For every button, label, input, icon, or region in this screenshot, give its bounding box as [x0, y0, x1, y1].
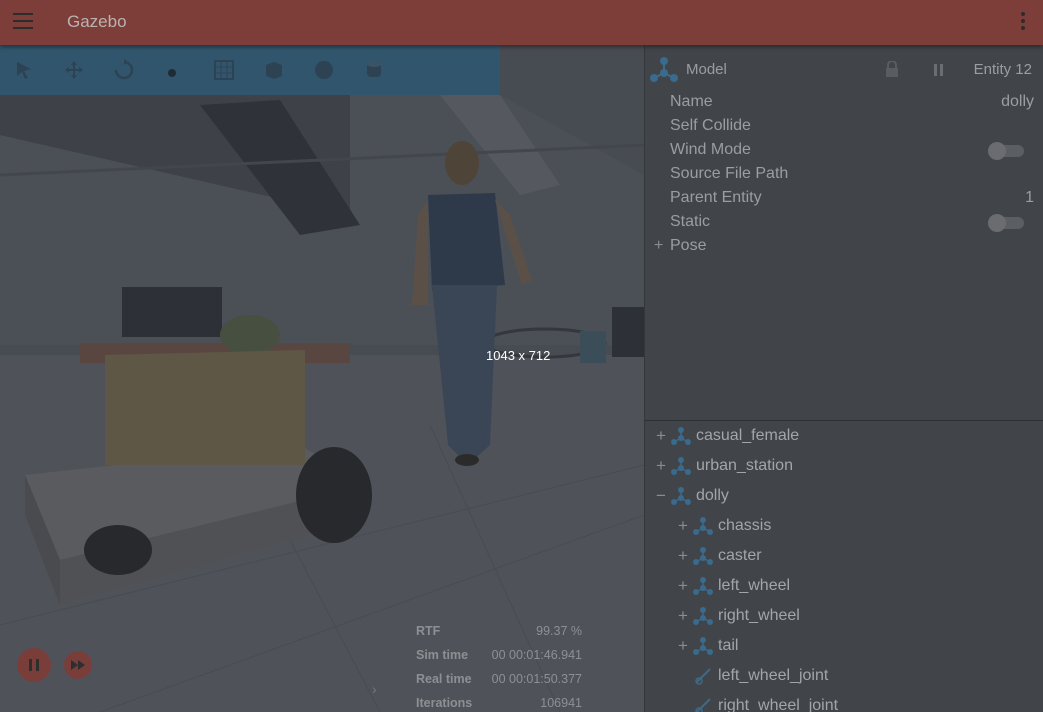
- box-icon[interactable]: [260, 56, 288, 84]
- expand-plus-icon[interactable]: +: [674, 516, 692, 536]
- joint-icon: [695, 668, 711, 685]
- expand-plus-icon[interactable]: +: [674, 546, 692, 566]
- tree-item-label: right_wheel_joint: [718, 697, 839, 712]
- right-panel: Model Entity 12 Name dolly Self Collide …: [644, 45, 1043, 712]
- expand-plus-icon[interactable]: +: [674, 636, 692, 656]
- entity-id: Entity 12: [973, 61, 1032, 78]
- hamburger-icon[interactable]: [13, 13, 33, 29]
- world-stats: RTF 99.37 % Sim time 00 00:01:46.941 Real …: [416, 619, 582, 712]
- move-arrows-icon[interactable]: [60, 56, 88, 84]
- inspector-header: Model Entity 12: [645, 45, 1043, 93]
- real-time-value: 00 00:01:50.377: [491, 672, 582, 686]
- tree-item-caster[interactable]: + caster: [674, 541, 762, 571]
- tree-item-label: chassis: [718, 517, 772, 534]
- tree-item-label: left_wheel_joint: [718, 667, 829, 684]
- fast-forward-icon: [71, 660, 85, 670]
- sim-time-value: 00 00:01:46.941: [491, 648, 582, 662]
- arrow-pointer-icon[interactable]: [10, 56, 38, 84]
- tree-item-label: left_wheel: [718, 577, 791, 594]
- iterations-value: 106941: [540, 696, 582, 710]
- model-icon: [650, 57, 678, 82]
- toolbar: [0, 45, 500, 95]
- source-file-label: Source File Path: [670, 165, 789, 182]
- source-file-row: Source File Path: [670, 162, 1034, 186]
- expand-plus-icon[interactable]: +: [674, 576, 692, 596]
- title-bar: Gazebo: [0, 0, 1043, 45]
- joint-icon: [695, 698, 711, 712]
- pause-icon: [29, 659, 32, 671]
- scene-render: [0, 45, 644, 712]
- tree-item-label: dolly: [696, 487, 729, 504]
- link-icon: [693, 517, 713, 535]
- static-label: Static: [670, 213, 711, 230]
- rotate-icon[interactable]: [110, 56, 138, 84]
- link-icon: [693, 577, 713, 595]
- rtf-value: 99.37 %: [536, 624, 582, 638]
- self-collide-label: Self Collide: [670, 117, 751, 134]
- name-label: Name: [670, 93, 713, 110]
- link-icon: [693, 547, 713, 565]
- wind-mode-toggle[interactable]: [988, 142, 1024, 160]
- chevron-right-icon[interactable]: ›: [372, 681, 377, 697]
- link-icon: [693, 637, 713, 655]
- tree-item-urban-station[interactable]: + urban_station: [652, 451, 793, 481]
- tree-item-dolly[interactable]: − dolly: [652, 481, 729, 511]
- tree-item-left-wheel-joint[interactable]: left_wheel_joint: [692, 661, 828, 691]
- tree-item-label: right_wheel: [718, 607, 800, 624]
- app-title: Gazebo: [67, 12, 127, 31]
- expand-plus-icon[interactable]: +: [654, 234, 670, 258]
- tree-item-label: urban_station: [696, 457, 793, 474]
- size-overlay: 1043 x 712: [486, 348, 551, 363]
- mouse-icon[interactable]: [160, 56, 188, 84]
- sim-time-label: Sim time: [416, 648, 469, 662]
- parent-entity-value: 1: [1025, 189, 1034, 206]
- model-icon: [671, 487, 691, 505]
- tree-item-label: tail: [718, 637, 739, 654]
- lock-icon[interactable]: [885, 61, 899, 77]
- component-inspector: Model Entity 12 Name dolly Self Collide …: [645, 45, 1043, 421]
- entity-tree: + casual_female + urban_station − dolly …: [645, 421, 1043, 712]
- name-row: Name dolly: [670, 90, 1034, 114]
- tree-item-label: casual_female: [696, 427, 800, 444]
- pose-row[interactable]: + Pose: [654, 234, 1018, 258]
- static-row: Static: [670, 210, 1034, 234]
- self-collide-row: Self Collide: [670, 114, 1034, 138]
- tree-item-left-wheel[interactable]: + left_wheel: [674, 571, 790, 601]
- tree-item-label: caster: [718, 547, 762, 564]
- kebab-menu-icon[interactable]: [1019, 12, 1027, 32]
- tree-item-right-wheel-joint[interactable]: right_wheel_joint: [692, 691, 838, 712]
- parent-entity-label: Parent Entity: [670, 189, 762, 206]
- model-icon: [671, 457, 691, 475]
- pause-icon[interactable]: [934, 63, 948, 76]
- tree-item-tail[interactable]: + tail: [674, 631, 738, 661]
- grid-icon[interactable]: [210, 56, 238, 84]
- link-icon: [693, 607, 713, 625]
- real-time-label: Real time: [416, 672, 472, 686]
- expand-plus-icon[interactable]: +: [674, 606, 692, 626]
- step-forward-button[interactable]: [64, 651, 92, 679]
- pose-label: Pose: [670, 237, 707, 254]
- iterations-label: Iterations: [416, 696, 473, 710]
- expand-plus-icon[interactable]: +: [652, 456, 670, 476]
- model-icon: [671, 427, 691, 445]
- wind-mode-row: Wind Mode: [670, 138, 1034, 162]
- expand-plus-icon[interactable]: +: [652, 426, 670, 446]
- cylinder-icon[interactable]: [360, 56, 388, 84]
- tree-item-chassis[interactable]: + chassis: [674, 511, 771, 541]
- collapse-minus-icon[interactable]: −: [652, 486, 670, 506]
- tree-item-casual-female[interactable]: + casual_female: [652, 421, 799, 451]
- name-value: dolly: [1001, 93, 1034, 110]
- parent-entity-row: Parent Entity 1: [670, 186, 1034, 210]
- inspector-title: Model: [686, 61, 727, 78]
- wind-mode-label: Wind Mode: [670, 141, 751, 158]
- pause-button[interactable]: [17, 648, 51, 682]
- rtf-label: RTF: [416, 624, 441, 638]
- tree-item-right-wheel[interactable]: + right_wheel: [674, 601, 800, 631]
- sphere-icon[interactable]: [310, 56, 338, 84]
- scene-viewport[interactable]: 1043 x 712 RTF 99.37 % Sim time 00 00:01:4…: [0, 45, 644, 712]
- static-toggle[interactable]: [988, 214, 1024, 232]
